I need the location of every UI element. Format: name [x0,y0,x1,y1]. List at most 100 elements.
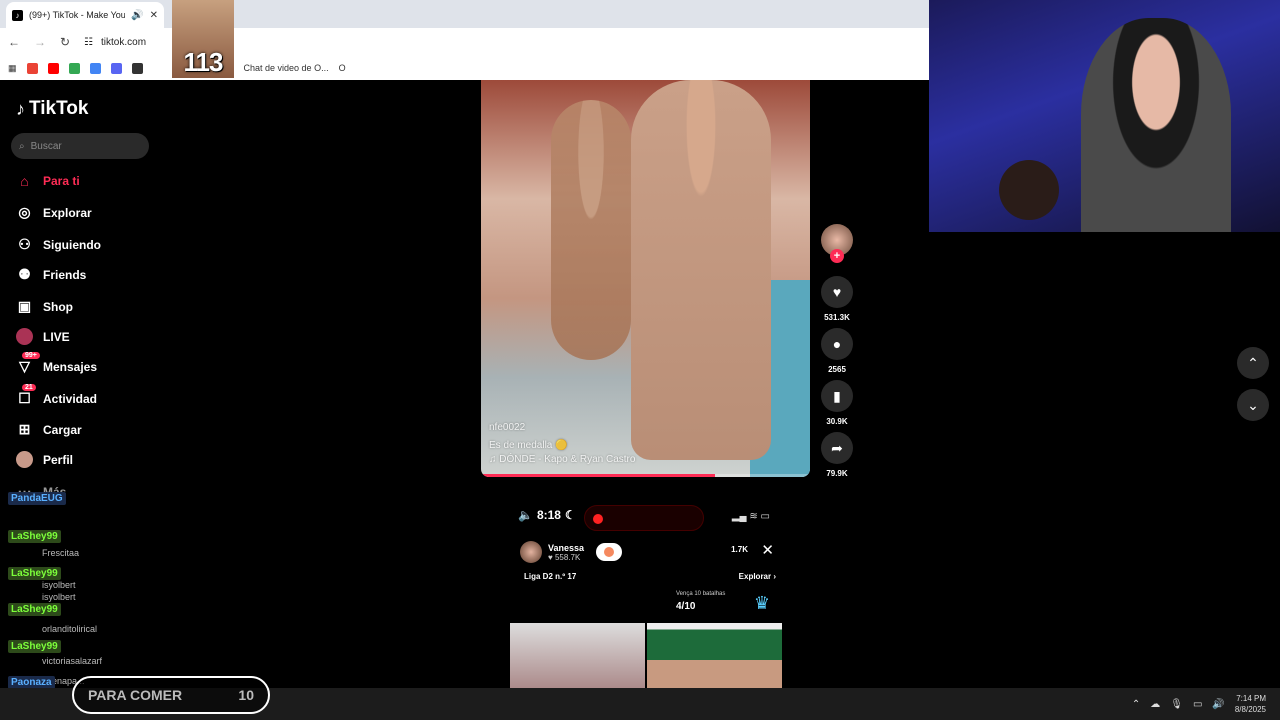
plush-toy [999,160,1059,220]
youtube-icon[interactable] [47,62,59,74]
cloud-icon[interactable]: ☁ [1150,699,1160,710]
host-likes: ♥ 558.7K [548,552,581,562]
tiktok-note-icon: ♪ [16,98,25,119]
video-person-2 [631,80,771,460]
phone-status: 🔈 8:18 ☾ [518,508,576,522]
chevron-up-icon[interactable]: ⌃ [1132,699,1140,710]
recording-pill [584,505,704,531]
next-video-button[interactable]: ⌄ [1237,389,1269,421]
reload-icon[interactable]: ↻ [60,35,70,49]
chat-text: isyolbert [42,580,76,590]
share-button[interactable]: ➦ 79.9K [820,432,854,478]
mic-icon[interactable]: 🎙 [1170,699,1183,710]
speaker-icon[interactable]: 🔊 [131,10,143,21]
streamer [1081,18,1231,232]
follow-plus-icon[interactable]: + [830,249,844,263]
video-music[interactable]: ♫ DÓNDE - Kapo & Ryan Castro [489,454,635,465]
nav-label: Shop [43,299,73,314]
gmail-icon[interactable] [26,62,38,74]
close-icon[interactable]: ✕ [761,541,774,559]
like-button[interactable]: ♥ 531.3K [820,276,854,322]
chat-username: PandaEUG [8,492,66,505]
forward-icon[interactable]: → [34,35,46,49]
site-info-icon[interactable]: ☷ [84,37,93,48]
address-bar[interactable]: ☷ tiktok.com [84,37,146,48]
nav-perfil[interactable]: Perfil [16,451,73,468]
nav-label: Para ti [43,173,80,188]
tab-title: (99+) TikTok - Make Your Day [29,10,126,20]
moon-icon: ☾ [564,508,576,522]
brand-name: TikTok [29,98,89,119]
chevron-up-icon: ⌃ [1247,354,1259,371]
volume-icon[interactable]: 🔊 [1212,699,1224,710]
nav-siguiendo[interactable]: ⚇ Siguiendo [16,236,101,253]
back-icon[interactable]: ← [8,35,20,49]
bookmark-2[interactable]: O [339,63,346,73]
video-person-1 [551,100,631,360]
clock-time: 7:14 PM [1236,694,1266,703]
discord-icon[interactable] [110,62,122,74]
nav-actividad[interactable]: ☐ 21 Actividad [16,384,98,407]
banner-count: 10 [238,687,254,703]
bookmark-1[interactable]: Chat de video de O... [244,63,329,73]
video-caption: Es de medalla 🟡 [489,440,568,451]
chat-message: LaShey99 [8,640,61,653]
chat-text: isyolbert [42,592,76,602]
tiktok-logo[interactable]: ♪ TikTok [16,98,88,120]
host-name: Vanessa [548,542,585,553]
apps-icon[interactable]: ▦ [8,63,17,74]
following-icon: ⚇ [18,236,31,252]
search-icon: ⌕ [19,140,25,152]
display-icon[interactable]: ▭ [1193,699,1202,710]
live-preview-card[interactable]: 🔈 8:18 ☾ ▂▄ ≋ ▭ Vanessa ♥ 558.7K 1.7K ✕ … [510,505,782,690]
nav-explorar[interactable]: ◎ Explorar [16,204,91,221]
nav-live[interactable]: LIVE [16,328,70,345]
home-icon: ⌂ [20,172,29,189]
live-follow-button[interactable] [596,543,622,561]
translate-icon[interactable] [89,62,101,74]
clock[interactable]: 7:14 PM 8/8/2025 [1235,693,1266,715]
tab-bar: ♪ (99+) TikTok - Make Your Day 🔊 ✕ [0,0,929,28]
chat-username: LaShey99 [8,530,61,543]
host-avatar [520,541,542,563]
url-text: tiktok.com [101,36,147,48]
chat-username: LaShey99 [8,640,61,653]
search-input[interactable]: ⌕ Buscar [11,133,149,159]
save-button[interactable]: ▮ 30.9K [820,380,854,426]
chat-message: LaShey99 [8,603,61,616]
wins-label: Vença 10 batalhas [676,591,726,597]
signal-wifi-battery-icon: ▂▄ ≋ ▭ [731,511,770,522]
volume-icon: 🔈 [518,508,533,522]
explore-link[interactable]: Explorar › [739,572,776,581]
nav-para-ti[interactable]: ⌂ Para ti [16,172,80,189]
nav-shop[interactable]: ▣ Shop [16,298,73,315]
system-tray: ⌃ ☁ 🎙 ▭ 🔊 7:14 PM 8/8/2025 [1132,688,1280,720]
activity-icon: ☐ 21 [16,384,36,407]
status-time: 8:18 [536,508,561,522]
nav-mensajes[interactable]: ▽ 99+ Mensajes [16,352,97,375]
shop-icon: ▣ [17,298,32,314]
chat-username: LaShey99 [8,603,61,616]
screen: ♪ (99+) TikTok - Make Your Day 🔊 ✕ ← → ↻… [0,0,1280,720]
video-username[interactable]: nfe0022 [489,422,525,433]
comment-button[interactable]: ● 2565 [820,328,854,374]
close-tab-icon[interactable]: ✕ [150,10,158,21]
nav-label: Siguiendo [43,237,101,252]
wins-count: 4/10 [676,601,696,612]
live-host[interactable]: Vanessa ♥ 558.7K [520,541,584,563]
maps-icon[interactable] [68,62,80,74]
profile-avatar-icon [16,451,33,468]
nav-cargar[interactable]: ⊞ Cargar [16,421,82,438]
nav-friends[interactable]: ⚉ Friends [16,266,86,283]
viewer-count: 1.7K [731,545,748,554]
nav-bar: ← → ↻ ☷ tiktok.com [0,28,929,56]
previous-video-button[interactable]: ⌃ [1237,347,1269,379]
video-player[interactable]: nfe0022 Es de medalla 🟡 ♫ DÓNDE - Kapo &… [481,80,810,477]
like-count: 531.3K [824,313,850,322]
share-icon: ➦ [821,432,853,464]
nav-label: Actividad [43,391,98,406]
browser-tab[interactable]: ♪ (99+) TikTok - Make Your Day 🔊 ✕ [6,2,164,28]
chat-message: LaShey99 [8,567,61,580]
github-icon[interactable] [131,62,143,74]
search-placeholder: Buscar [30,140,62,152]
